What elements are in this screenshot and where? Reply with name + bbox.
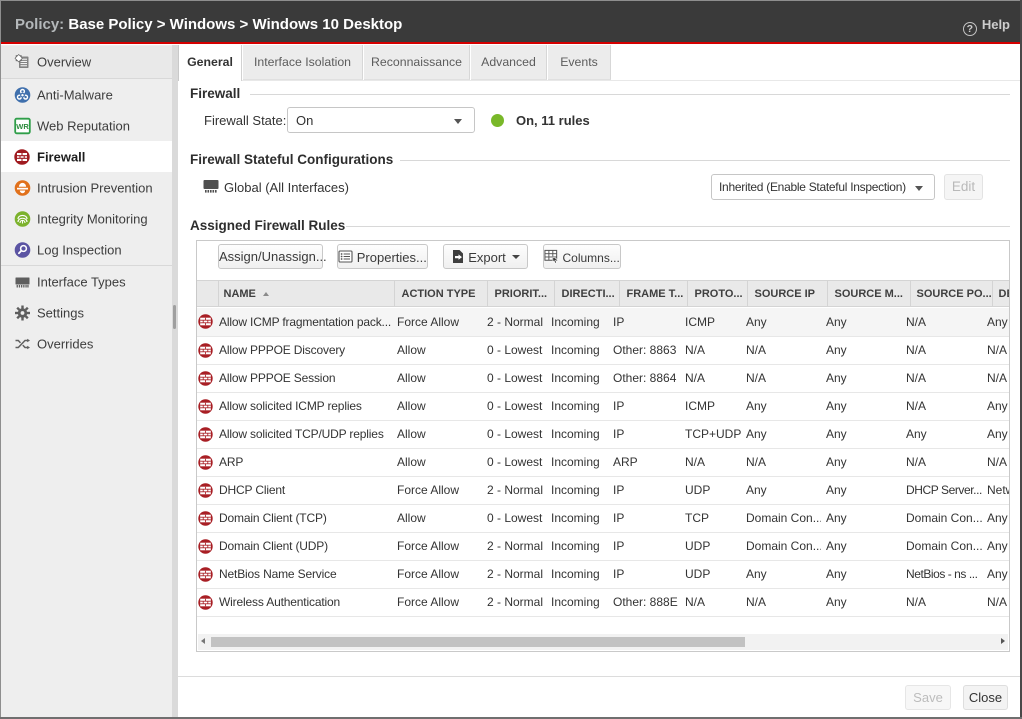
svg-text:WR: WR	[16, 122, 29, 131]
